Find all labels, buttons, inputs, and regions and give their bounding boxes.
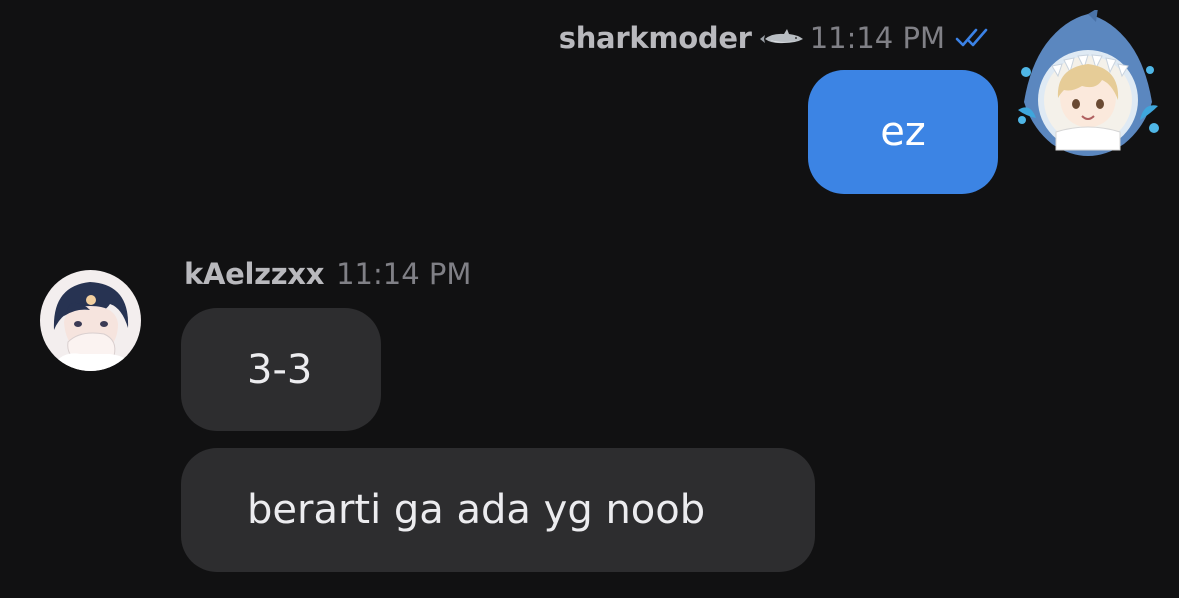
incoming-message-bubble[interactable]: berarti ga ada yg noob bbox=[181, 448, 815, 572]
message-text: 3-3 bbox=[247, 346, 313, 393]
message-timestamp: 11:14 PM bbox=[336, 257, 472, 291]
incoming-message-bubble[interactable]: 3-3 bbox=[181, 308, 381, 431]
double-check-icon bbox=[955, 28, 988, 47]
incoming-message-header: kAelzzxx 11:14 PM bbox=[184, 254, 471, 294]
outgoing-message-bubble[interactable]: ez bbox=[808, 70, 998, 194]
sender-name[interactable]: sharkmoder bbox=[559, 18, 752, 58]
shark-emoji-icon bbox=[759, 29, 803, 44]
sharkmoder-avatar[interactable] bbox=[1016, 8, 1160, 158]
message-text: ez bbox=[880, 109, 926, 155]
message-text: berarti ga ada yg noob bbox=[247, 487, 706, 533]
message-timestamp: 11:14 PM bbox=[809, 21, 945, 55]
kaelzzxx-avatar[interactable] bbox=[40, 270, 141, 371]
outgoing-message-header: sharkmoder 11:14 PM bbox=[559, 18, 997, 58]
sender-name[interactable]: kAelzzxx bbox=[184, 254, 324, 294]
